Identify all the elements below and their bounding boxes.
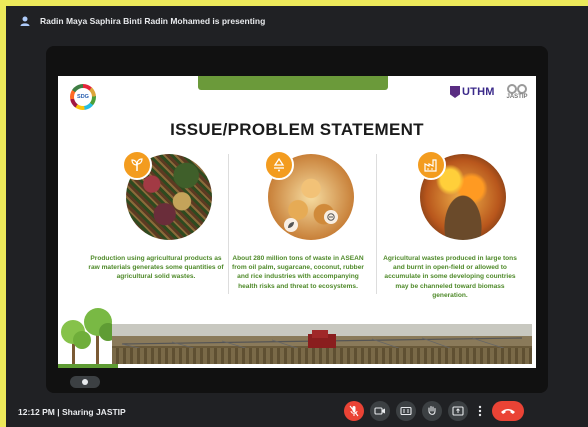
- leaf-icon: [284, 218, 298, 232]
- phone-hangup-icon: [501, 409, 515, 414]
- raise-hand-button[interactable]: [422, 401, 442, 421]
- camera-button[interactable]: [370, 401, 390, 421]
- slide-header-bar: [198, 76, 388, 90]
- presentation-stage[interactable]: SDG UTHM JASTIP ISSUE/PROBLEM STATEMENT …: [46, 46, 548, 393]
- call-controls: [344, 401, 524, 421]
- presenter-label: Radin Maya Saphira Binti Radin Mohamed i…: [40, 16, 266, 26]
- slide-title: ISSUE/PROBLEM STATEMENT: [170, 120, 424, 139]
- jastip-logo-text: JASTIP: [506, 94, 528, 100]
- column-divider: [376, 154, 377, 294]
- irrigation-field-photo: [112, 324, 532, 364]
- uthm-shield-icon: [450, 86, 460, 98]
- hand-icon: [428, 405, 436, 415]
- factory-icon: [416, 150, 446, 180]
- meet-window: Radin Maya Saphira Binti Radin Mohamed i…: [6, 6, 588, 427]
- recycle-icon: [264, 150, 294, 180]
- trees-illustration: [58, 300, 118, 368]
- presenting-person-icon: [18, 14, 32, 28]
- more-options-button[interactable]: [474, 401, 486, 421]
- sprout-icon: [122, 150, 152, 180]
- mic-off-button[interactable]: [344, 401, 364, 421]
- uthm-logo-text: UTHM: [462, 86, 495, 98]
- captions-icon: [400, 406, 412, 416]
- issue-text-2: About 280 million tons of waste in ASEAN…: [232, 255, 364, 290]
- more-vert-icon: [478, 405, 482, 417]
- slide: SDG UTHM JASTIP ISSUE/PROBLEM STATEMENT …: [58, 76, 536, 368]
- mic-off-icon: [349, 405, 359, 417]
- uthm-logo: UTHM: [450, 86, 495, 98]
- present-button[interactable]: [448, 401, 468, 421]
- toggle-knob-icon: [82, 379, 88, 385]
- issue-text-1: Production using agricultural products a…: [88, 255, 224, 281]
- field-ground: [112, 348, 532, 364]
- sdg-logo-text: SDG: [74, 88, 92, 106]
- leave-call-button[interactable]: [492, 401, 524, 421]
- jastip-logo: JASTIP: [502, 84, 532, 100]
- meeting-time-sharing: 12:12 PM | Sharing JASTIP: [18, 407, 126, 417]
- camera-icon: [374, 407, 385, 415]
- presenter-bar: Radin Maya Saphira Binti Radin Mohamed i…: [6, 6, 588, 36]
- captions-button[interactable]: [396, 401, 416, 421]
- meeting-controls-bar: 12:12 PM | Sharing JASTIP: [6, 397, 588, 427]
- minus-circle-icon: [324, 210, 338, 224]
- sdg-logo: SDG: [70, 84, 96, 110]
- present-icon: [452, 406, 464, 416]
- jastip-rings-icon: [502, 84, 532, 94]
- presentation-toggle[interactable]: [70, 376, 100, 388]
- issue-text-3: Agricultural wastes produced in large to…: [383, 255, 517, 299]
